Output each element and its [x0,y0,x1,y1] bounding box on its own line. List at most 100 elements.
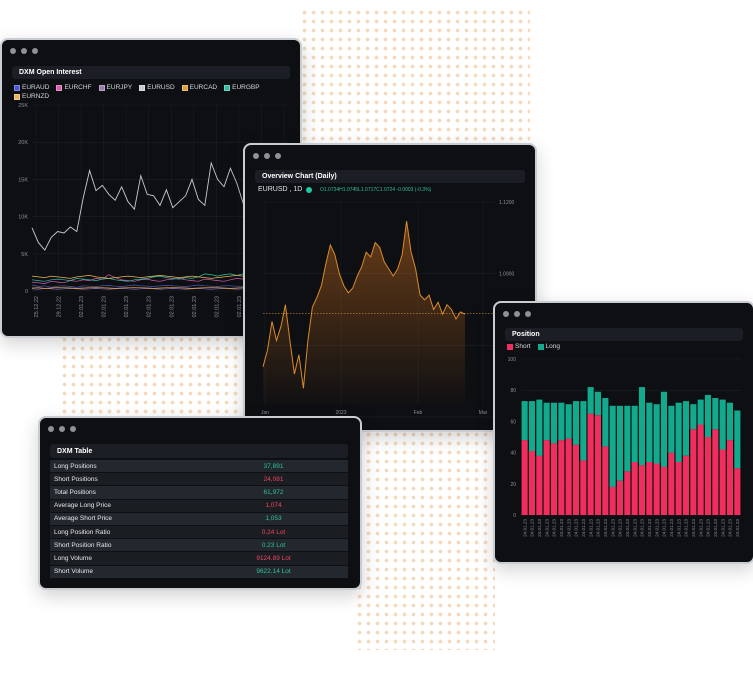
table-row: Short Positions 24,081 [50,472,348,487]
bar-long[interactable] [660,391,667,467]
maximize-dot[interactable] [32,48,38,54]
legend-item-eurjpy[interactable]: EURJPY [98,84,132,91]
background-dots-bottom [355,430,495,650]
bar-short[interactable] [668,452,675,515]
bar-short[interactable] [704,437,711,515]
bar-long[interactable] [587,387,594,414]
bar-short[interactable] [572,444,579,515]
bar-long[interactable] [734,410,741,469]
bar-short[interactable] [631,462,638,515]
bar-long[interactable] [536,399,543,456]
maximize-dot[interactable] [525,311,531,317]
legend-item-eurusd[interactable]: EURUSD [139,84,175,91]
x-tick-label: 24.01.23 [640,519,645,537]
bar-short[interactable] [638,465,645,515]
bar-short[interactable] [660,466,667,515]
x-tick-label: 24.01.23 [654,519,659,537]
bar-short[interactable] [624,471,631,515]
legend-item-eurgbp[interactable]: EURGBP [224,84,260,91]
bar-long[interactable] [616,405,623,481]
row-value: 9622.14 Lot [199,565,348,579]
bar-short[interactable] [712,429,719,515]
bar-long[interactable] [719,399,726,450]
bar-short[interactable] [719,449,726,516]
table-row: Short Position Ratio 0.23 Lot [50,538,348,553]
bar-short[interactable] [602,446,609,515]
y-tick-label: 10K [18,215,28,221]
bar-short[interactable] [528,451,535,515]
row-label: Long Positions [50,460,199,474]
background-dots-top [300,8,530,143]
bar-short[interactable] [521,440,528,515]
close-dot[interactable] [503,311,509,317]
bar-long[interactable] [690,404,697,430]
bar-long[interactable] [550,402,557,444]
bar-long[interactable] [528,401,535,451]
bar-short[interactable] [543,440,550,515]
bar-short[interactable] [587,413,594,515]
minimize-dot[interactable] [264,153,270,159]
bar-short[interactable] [609,486,616,515]
bar-long[interactable] [668,405,675,453]
bar-short[interactable] [734,468,741,515]
legend-item-short[interactable]: Short [507,343,531,350]
x-tick-label: 02.01.23 [102,296,108,317]
bar-long[interactable] [572,401,579,445]
minimize-dot[interactable] [514,311,520,317]
minimize-dot[interactable] [21,48,27,54]
bar-long[interactable] [543,402,550,441]
x-tick-label: 24.01.23 [603,519,608,537]
bar-short[interactable] [726,440,733,515]
row-value: 0.24 Lot [199,525,348,540]
close-dot[interactable] [48,426,54,432]
bar-short[interactable] [690,429,697,515]
bar-long[interactable] [638,387,645,466]
bar-long[interactable] [726,402,733,441]
bar-long[interactable] [712,398,719,430]
bar-short[interactable] [536,455,543,515]
legend-item-long[interactable]: Long [537,343,560,350]
bar-short[interactable] [646,462,653,515]
position-legend: Short Long [507,343,737,350]
bar-long[interactable] [682,401,689,456]
bar-long[interactable] [602,398,609,447]
close-dot[interactable] [253,153,259,159]
maximize-dot[interactable] [275,153,281,159]
bar-long[interactable] [565,404,572,439]
bar-short[interactable] [580,460,587,515]
legend-swatch [139,84,146,91]
bar-long[interactable] [653,404,660,464]
y-tick-label: 5K [21,252,28,258]
legend-item-eurcad[interactable]: EURCAD [181,84,217,91]
legend-item-eurchf[interactable]: EURCHF [56,84,92,91]
bar-short[interactable] [565,438,572,515]
maximize-dot[interactable] [70,426,76,432]
x-tick-label: 25.12.22 [34,296,40,317]
bar-short[interactable] [697,424,704,516]
bar-long[interactable] [624,405,631,472]
bar-long[interactable] [609,405,616,487]
bar-short[interactable] [550,443,557,515]
table-row: Total Positions 61,972 [50,485,348,500]
bar-long[interactable] [631,405,638,462]
bar-long[interactable] [646,402,653,462]
bar-long[interactable] [558,402,565,441]
minimize-dot[interactable] [59,426,65,432]
bar-long[interactable] [704,394,711,437]
close-dot[interactable] [10,48,16,54]
bar-short[interactable] [675,462,682,515]
bar-short[interactable] [558,440,565,515]
bar-long[interactable] [580,401,587,461]
bar-short[interactable] [682,455,689,515]
legend-item-euraud[interactable]: EURAUD [14,84,49,91]
bar-short[interactable] [594,415,601,515]
row-value: 9124.89 Lot [199,551,348,566]
x-tick-label: 02.01.23 [214,296,220,317]
bar-long[interactable] [594,391,601,416]
bar-long[interactable] [521,401,528,441]
bar-short[interactable] [616,480,623,515]
bar-long[interactable] [697,399,704,425]
bar-short[interactable] [653,463,660,516]
bar-long[interactable] [675,402,682,462]
row-label: Long Position Ratio [50,525,199,540]
